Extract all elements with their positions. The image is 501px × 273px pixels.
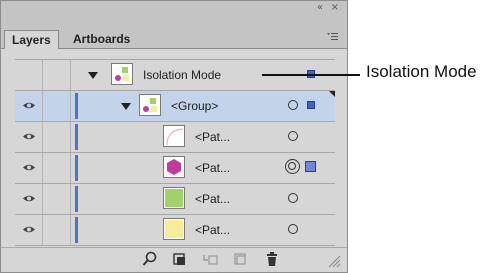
panel-menu-icon[interactable] bbox=[325, 32, 339, 45]
group-row[interactable]: <Group> bbox=[15, 91, 335, 122]
eye-icon[interactable] bbox=[23, 163, 35, 172]
tab-bar: Layers Artboards bbox=[1, 16, 347, 49]
target-icon[interactable] bbox=[288, 131, 298, 141]
hexagon-thumb-icon bbox=[163, 156, 185, 178]
close-icon[interactable]: × bbox=[331, 2, 339, 14]
eye-icon[interactable] bbox=[23, 225, 35, 234]
layer-color-bar bbox=[75, 217, 78, 243]
layers-panel: « × Layers Artboards Isolation Mode <Gro… bbox=[0, 0, 348, 273]
group-label: <Group> bbox=[171, 99, 219, 113]
layer-color-bar bbox=[75, 155, 78, 181]
lock-cell[interactable] bbox=[43, 184, 71, 214]
selection-indicator[interactable] bbox=[307, 101, 315, 109]
resize-grip-icon[interactable] bbox=[327, 254, 341, 268]
visibility-cell[interactable] bbox=[15, 60, 43, 90]
expand-triangle-icon[interactable] bbox=[88, 72, 98, 79]
callout-line bbox=[262, 74, 360, 76]
bottom-toolbar bbox=[1, 247, 347, 272]
green-rect-thumb-icon bbox=[163, 187, 185, 209]
layer-color-bar bbox=[75, 124, 78, 150]
layer-color-bar bbox=[75, 93, 78, 119]
tab-artboards[interactable]: Artboards bbox=[66, 30, 137, 48]
visibility-cell[interactable] bbox=[15, 184, 43, 214]
target-icon[interactable] bbox=[288, 193, 298, 203]
arc-path-thumb-icon bbox=[163, 125, 185, 147]
eye-icon[interactable] bbox=[23, 132, 35, 141]
target-icon[interactable] bbox=[288, 100, 298, 110]
yellow-rect-thumb-icon bbox=[163, 218, 185, 240]
target-icon[interactable] bbox=[288, 224, 298, 234]
path-label: <Pat... bbox=[195, 161, 231, 175]
path-row[interactable]: <Pat... bbox=[15, 215, 335, 246]
create-new-layer-icon[interactable] bbox=[232, 251, 248, 267]
isolation-thumb-icon bbox=[111, 63, 133, 85]
create-sublayer-icon[interactable] bbox=[202, 251, 218, 267]
path-label: <Pat... bbox=[195, 223, 231, 237]
path-row[interactable]: <Pat... bbox=[15, 184, 335, 215]
make-clipping-mask-icon[interactable] bbox=[172, 251, 188, 267]
lock-cell[interactable] bbox=[43, 153, 71, 183]
delete-icon[interactable] bbox=[264, 251, 280, 267]
locate-object-icon[interactable] bbox=[142, 251, 158, 267]
visibility-cell[interactable] bbox=[15, 122, 43, 152]
eye-icon[interactable] bbox=[23, 194, 35, 203]
expand-triangle-icon[interactable] bbox=[121, 103, 131, 110]
selected-corner-icon bbox=[329, 91, 335, 97]
collapse-icon[interactable]: « bbox=[317, 2, 323, 14]
path-label: <Pat... bbox=[195, 192, 231, 206]
visibility-cell[interactable] bbox=[15, 91, 43, 121]
panel-titlebar: « × bbox=[1, 1, 347, 16]
lock-cell[interactable] bbox=[43, 91, 71, 121]
eye-icon[interactable] bbox=[23, 101, 35, 110]
isolation-mode-label: Isolation Mode bbox=[143, 68, 222, 82]
path-row[interactable]: <Pat... bbox=[15, 153, 335, 184]
tab-layers[interactable]: Layers bbox=[4, 30, 59, 49]
layer-color-bar bbox=[75, 186, 78, 212]
lock-cell[interactable] bbox=[43, 122, 71, 152]
path-label: <Pat... bbox=[195, 130, 231, 144]
callout-label: Isolation Mode bbox=[366, 62, 477, 81]
selection-indicator[interactable] bbox=[305, 161, 316, 172]
lock-cell[interactable] bbox=[43, 60, 71, 90]
group-thumb-icon bbox=[139, 94, 161, 116]
visibility-cell[interactable] bbox=[15, 153, 43, 183]
lock-cell[interactable] bbox=[43, 215, 71, 245]
layers-list: Isolation Mode <Group> <Pat... <Pat... <… bbox=[15, 59, 335, 246]
path-row[interactable]: <Pat... bbox=[15, 122, 335, 153]
target-selected-icon[interactable] bbox=[285, 159, 300, 174]
visibility-cell[interactable] bbox=[15, 215, 43, 245]
